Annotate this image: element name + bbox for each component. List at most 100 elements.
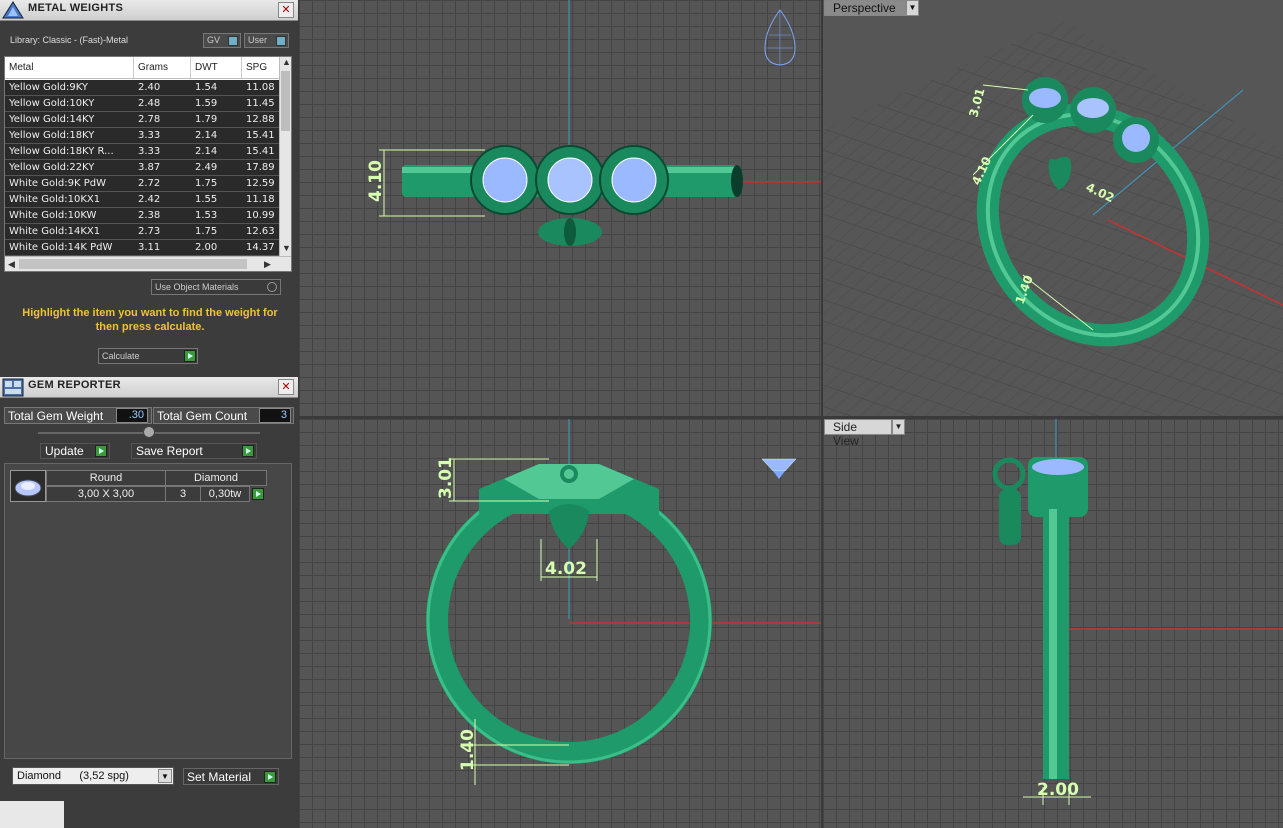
gem-weight-cell: 0,30tw xyxy=(200,486,250,502)
dwt-cell: 1.55 xyxy=(195,194,218,205)
viewport-side[interactable]: 2.00 Side View ▼ xyxy=(823,419,1283,828)
user-toggle[interactable]: User xyxy=(244,33,289,48)
left-panel: METAL WEIGHTS ✕ Library: Classic - (Fast… xyxy=(0,0,298,828)
gem-reporter-close-button[interactable]: ✕ xyxy=(278,379,294,395)
gem-slider-knob[interactable] xyxy=(143,426,155,438)
grams-cell: 3.87 xyxy=(138,162,161,173)
dwt-cell: 1.75 xyxy=(195,226,218,237)
calculate-go-icon xyxy=(184,350,196,362)
table-row[interactable]: White Gold:14K PdW 3.11 2.00 14.37 xyxy=(5,240,281,256)
dwt-cell: 2.14 xyxy=(195,130,218,141)
table-row[interactable]: Yellow Gold:9KY 2.40 1.54 11.08 xyxy=(5,80,281,96)
metal-hint-text: Highlight the item you want to find the … xyxy=(22,307,278,333)
gem-reporter-title: GEM REPORTER xyxy=(28,379,121,391)
use-object-materials-checkbox[interactable]: Use Object Materials xyxy=(151,279,281,295)
material-select-value: Diamond (3,52 spg) xyxy=(17,770,129,782)
use-object-materials-label: Use Object Materials xyxy=(155,282,239,292)
perspective-view-menu[interactable]: Perspective ▼ xyxy=(824,0,919,16)
spg-cell: 15.41 xyxy=(246,146,275,157)
grams-cell: 2.38 xyxy=(138,210,161,221)
col-header-dwt[interactable]: DWT xyxy=(191,57,242,78)
table-row[interactable]: White Gold:14KX1 2.73 1.75 12.63 xyxy=(5,224,281,240)
table-row[interactable]: White Gold:10KW 2.38 1.53 10.99 xyxy=(5,208,281,224)
metal-table-vscroll[interactable]: ▲ ▼ xyxy=(279,57,291,257)
metal-weights-title: METAL WEIGHTS xyxy=(28,2,124,14)
update-button[interactable]: Update xyxy=(40,443,110,459)
vscroll-thumb[interactable] xyxy=(281,71,290,131)
pear-gem-wireframe-icon xyxy=(764,9,796,66)
metal-name-cell: Yellow Gold:18KY xyxy=(9,130,95,141)
viewport-perspective[interactable]: 3.01 4.10 4.02 1.40 Perspective ▼ xyxy=(823,0,1283,416)
scroll-left-icon[interactable]: ◀ xyxy=(8,259,15,270)
table-row[interactable]: Yellow Gold:18KY 3.33 2.14 15.41 xyxy=(5,128,281,144)
gem-row-go-icon[interactable] xyxy=(252,488,264,500)
calculate-button[interactable]: Calculate xyxy=(98,348,198,364)
metal-name-cell: Yellow Gold:14KY xyxy=(9,114,95,125)
spg-cell: 12.63 xyxy=(246,226,275,237)
table-row[interactable]: White Gold:9K PdW 2.72 1.75 12.59 xyxy=(5,176,281,192)
table-row[interactable]: Yellow Gold:22KY 3.87 2.49 17.89 xyxy=(5,160,281,176)
scroll-down-icon[interactable]: ▼ xyxy=(282,243,291,253)
dwt-cell: 2.14 xyxy=(195,146,218,157)
diamond-gem-icon xyxy=(761,458,797,479)
col-header-spg[interactable]: SPG xyxy=(242,57,281,78)
front-view-canvas: 3.01 4.02 1.40 xyxy=(426,419,821,785)
metal-name-cell: Yellow Gold:18KY R... xyxy=(9,146,114,157)
metal-weights-close-button[interactable]: ✕ xyxy=(278,2,294,18)
ring-side xyxy=(992,457,1088,779)
dwt-cell: 2.49 xyxy=(195,162,218,173)
total-gem-count-value: 3 xyxy=(259,408,291,423)
metal-name-cell: Yellow Gold:9KY xyxy=(9,82,88,93)
update-go-icon xyxy=(95,445,107,457)
spg-cell: 17.89 xyxy=(246,162,275,173)
viewport-front[interactable]: 3.01 4.02 1.40 xyxy=(299,419,821,828)
gem-list: Round Diamond 3,00 X 3,00 3 0,30tw xyxy=(4,463,292,759)
col-header-metal[interactable]: Metal xyxy=(5,57,134,78)
side-view-menu[interactable]: Side View ▼ xyxy=(824,419,905,448)
metal-name-cell: White Gold:10KX1 xyxy=(9,194,101,205)
save-report-go-icon xyxy=(242,445,254,457)
viewport-top[interactable]: 4.10 xyxy=(299,0,821,416)
spg-cell: 11.08 xyxy=(246,82,275,93)
side-view-canvas: 2.00 xyxy=(992,419,1283,805)
scroll-right-icon[interactable]: ▶ xyxy=(264,259,271,270)
chevron-down-icon[interactable]: ▼ xyxy=(892,419,905,435)
gem-thumbnail[interactable] xyxy=(10,470,46,502)
save-report-label: Save Report xyxy=(136,444,203,458)
hscroll-thumb[interactable] xyxy=(19,259,247,269)
table-row[interactable]: Yellow Gold:18KY R... 3.33 2.14 15.41 xyxy=(5,144,281,160)
gem-count-cell: 3 xyxy=(165,486,201,502)
gv-toggle[interactable]: GV xyxy=(203,33,241,48)
table-row[interactable]: Yellow Gold:10KY 2.48 1.59 11.45 xyxy=(5,96,281,112)
chevron-down-icon[interactable]: ▼ xyxy=(906,0,919,16)
round-gem-icon xyxy=(14,479,42,497)
front-dim-shank: 1.40 xyxy=(458,729,478,771)
dwt-cell: 1.54 xyxy=(195,82,218,93)
spg-cell: 11.18 xyxy=(246,194,275,205)
material-select[interactable]: Diamond (3,52 spg) ▼ xyxy=(12,767,174,785)
set-material-go-icon xyxy=(264,771,276,783)
scroll-up-icon[interactable]: ▲ xyxy=(282,57,291,67)
table-row[interactable]: White Gold:10KX1 2.42 1.55 11.18 xyxy=(5,192,281,208)
status-strip xyxy=(0,801,64,828)
chevron-down-icon[interactable]: ▼ xyxy=(158,769,172,783)
grams-cell: 3.33 xyxy=(138,146,161,157)
calculate-label: Calculate xyxy=(102,351,140,361)
grams-cell: 2.48 xyxy=(138,98,161,109)
save-report-button[interactable]: Save Report xyxy=(131,443,257,459)
front-dim-height: 3.01 xyxy=(436,457,456,499)
total-gem-weight-value: .30 xyxy=(116,408,148,423)
update-label: Update xyxy=(45,444,84,458)
top-view-canvas: 4.10 xyxy=(366,0,821,246)
metal-weights-titlebar: METAL WEIGHTS ✕ xyxy=(0,0,298,21)
table-row[interactable]: Yellow Gold:14KY 2.78 1.79 12.88 xyxy=(5,112,281,128)
set-material-label: Set Material xyxy=(187,770,252,784)
perspective-canvas: 3.01 4.10 4.02 1.40 xyxy=(823,20,1283,416)
dwt-cell: 1.53 xyxy=(195,210,218,221)
set-material-button[interactable]: Set Material xyxy=(183,768,279,785)
grams-cell: 2.73 xyxy=(138,226,161,237)
gem-material-cell: Diamond xyxy=(165,470,267,486)
spg-cell: 14.37 xyxy=(246,242,275,253)
col-header-grams[interactable]: Grams xyxy=(134,57,191,78)
metal-table-hscroll[interactable]: ◀ ▶ xyxy=(5,256,291,271)
